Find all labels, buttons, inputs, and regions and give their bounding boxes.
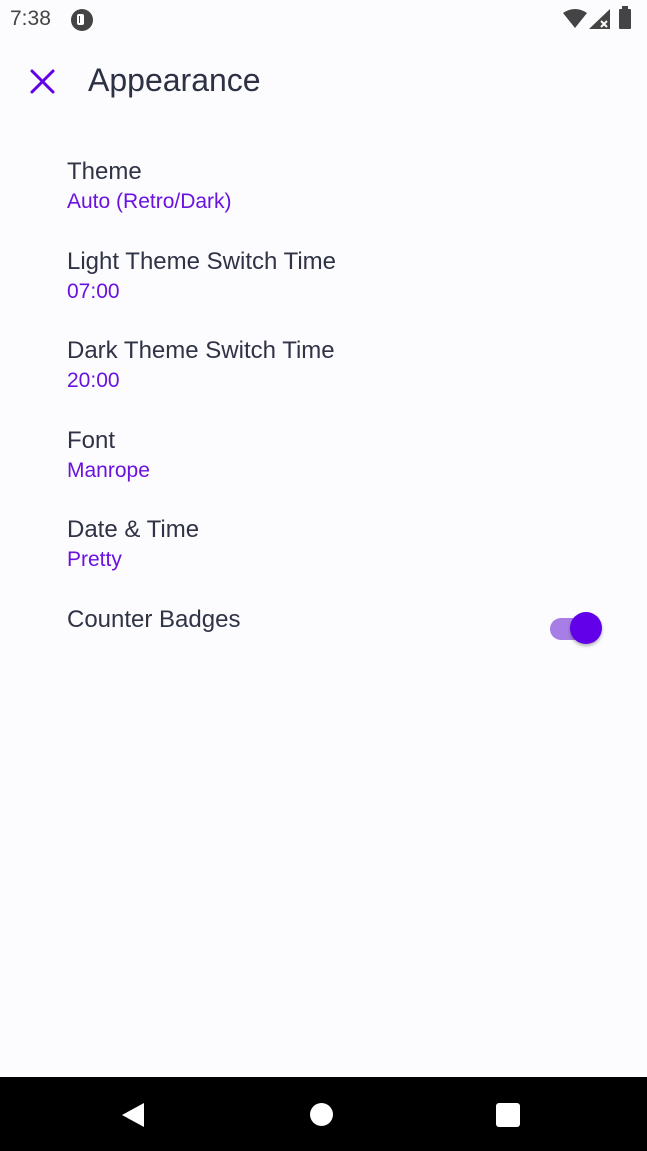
setting-dark-theme-switch-time[interactable]: Dark Theme Switch Time 20:00 <box>0 325 647 415</box>
setting-title: Theme <box>67 158 142 185</box>
settings-list: Theme Auto (Retro/Dark) Light Theme Swit… <box>0 146 647 683</box>
setting-title: Light Theme Switch Time <box>67 247 337 275</box>
toolbar: Appearance <box>0 48 647 116</box>
close-button[interactable] <box>20 60 64 104</box>
pocket-casts-icon <box>71 9 93 31</box>
setting-value: 20:00 <box>67 369 120 392</box>
recents-icon[interactable] <box>496 1103 520 1127</box>
setting-light-theme-switch-time[interactable]: Light Theme Switch Time 07:00 <box>0 236 647 326</box>
status-time: 7:38 <box>10 7 51 30</box>
page-title: Appearance <box>88 62 261 98</box>
setting-title: Dark Theme Switch Time <box>67 337 335 364</box>
status-bar: 7:38 <box>0 0 647 40</box>
setting-theme[interactable]: Theme Auto (Retro/Dark) <box>0 146 647 236</box>
battery-icon <box>619 6 631 29</box>
setting-value: Manrope <box>67 458 150 482</box>
signal-icon <box>589 9 610 29</box>
setting-title: Date & Time <box>67 516 200 543</box>
navigation-bar <box>0 1077 647 1151</box>
setting-date-time[interactable]: Date & Time Pretty <box>0 504 647 594</box>
setting-title: Counter Badges <box>67 605 241 633</box>
setting-value: Auto (Retro/Dark) <box>67 190 232 213</box>
wifi-icon <box>563 9 587 28</box>
appearance-screen: 7:38 Appearance Theme Auto (Retro/Dark) … <box>0 0 647 1151</box>
toggle-thumb <box>570 612 602 644</box>
counter-badges-toggle[interactable] <box>550 612 604 646</box>
setting-value: Pretty <box>67 548 122 571</box>
back-icon[interactable] <box>120 1102 146 1128</box>
setting-font[interactable]: Font Manrope <box>0 415 647 505</box>
close-icon <box>30 69 55 94</box>
home-icon[interactable] <box>310 1103 333 1126</box>
setting-title: Font <box>67 426 116 454</box>
setting-value: 07:00 <box>67 279 120 303</box>
